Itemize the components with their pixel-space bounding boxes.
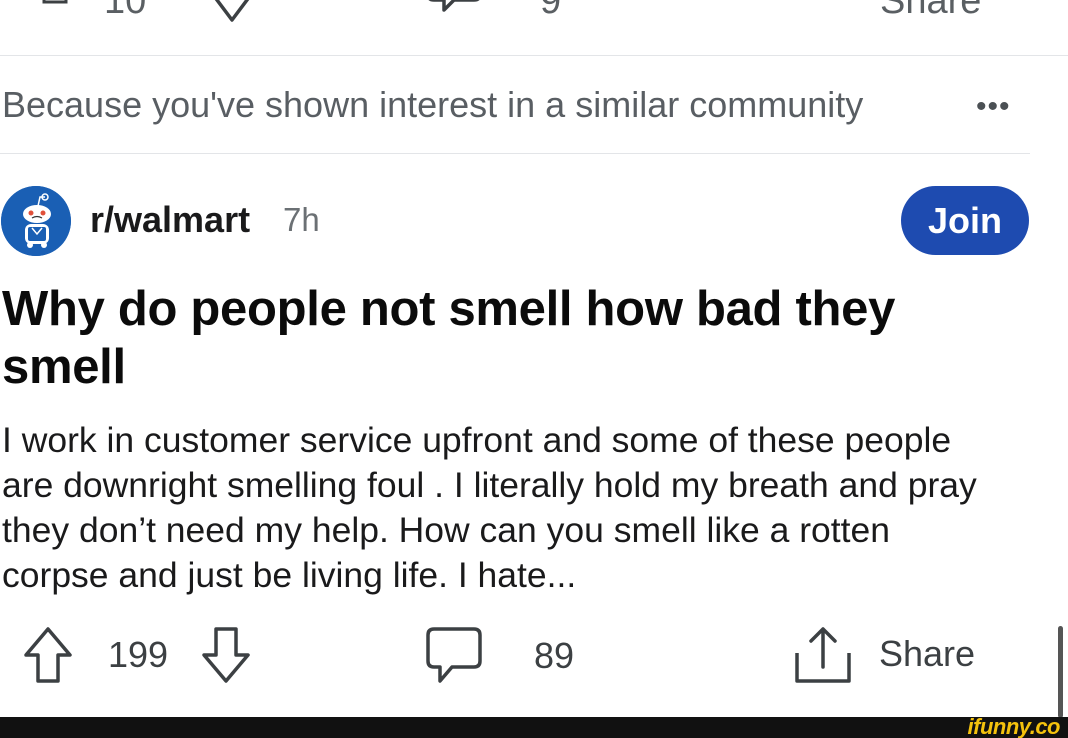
previous-comment-count: 9	[540, 0, 562, 22]
subreddit-name[interactable]: r/walmart	[90, 199, 250, 241]
post-time: 7h	[283, 201, 320, 238]
post-action-bar: 199 89 Share	[0, 620, 1068, 690]
downvote-icon[interactable]	[198, 625, 254, 685]
share-label[interactable]: Share	[879, 633, 975, 675]
watermark-bar: ifunny.co	[0, 714, 1068, 738]
comment-count: 89	[534, 635, 575, 676]
upvote-icon[interactable]	[40, 0, 70, 24]
ifunny-watermark: ifunny.co	[967, 714, 1061, 738]
ellipsis-icon[interactable]: •••	[976, 90, 1011, 124]
post-title[interactable]: Why do people not smell how bad they sme…	[2, 280, 962, 396]
subreddit-avatar[interactable]	[1, 186, 71, 256]
upvote-icon[interactable]	[22, 625, 74, 685]
comment-icon[interactable]	[424, 0, 484, 24]
comment-icon[interactable]	[424, 625, 484, 687]
post-body[interactable]: I work in customer service upfront and s…	[2, 418, 1002, 598]
recommendation-reason: Because you've shown interest in a simil…	[2, 84, 864, 125]
join-button[interactable]: Join	[901, 186, 1029, 255]
divider-top	[0, 55, 1068, 56]
previous-vote-count: 10	[104, 0, 147, 22]
comment-group[interactable]: 89	[424, 625, 574, 687]
share-group[interactable]: Share	[793, 623, 975, 685]
upvote-count: 199	[108, 634, 169, 675]
previous-post-action-bar: 10 9 Share	[0, 0, 1068, 30]
vote-group: 199	[22, 625, 254, 685]
scrollbar[interactable]	[1058, 626, 1063, 718]
share-icon[interactable]	[793, 623, 853, 685]
divider-recommendation	[0, 153, 1030, 154]
downvote-icon[interactable]	[206, 0, 258, 26]
share-icon[interactable]	[794, 0, 852, 24]
previous-share-label[interactable]: Share	[880, 0, 981, 23]
reddit-snoo-icon	[1, 186, 71, 256]
